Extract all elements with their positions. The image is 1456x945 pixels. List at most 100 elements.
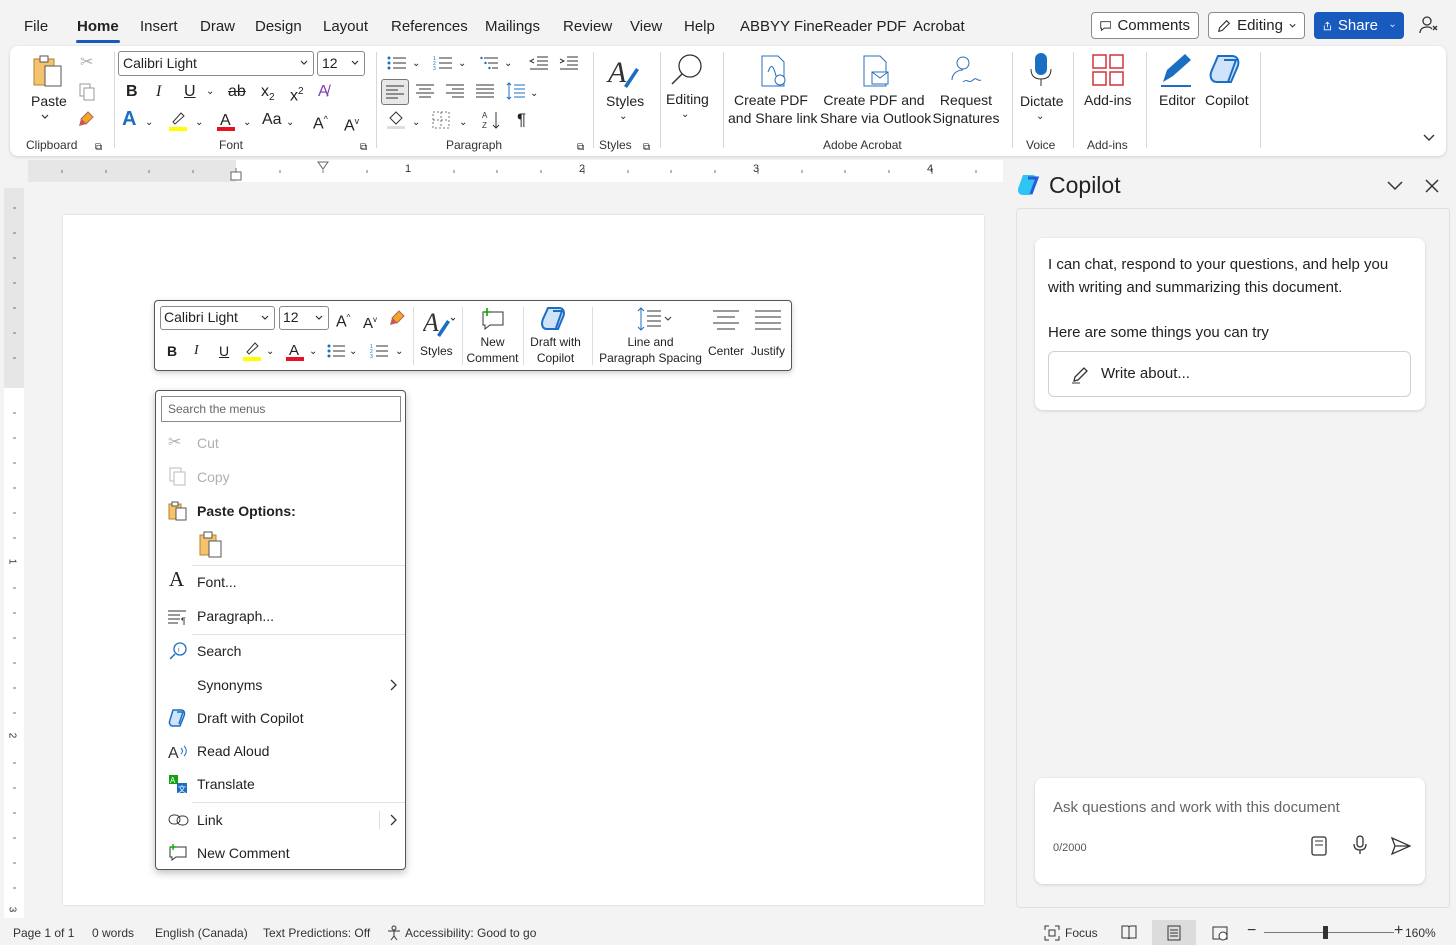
mini-center-label[interactable]: Center xyxy=(708,343,744,359)
italic-icon[interactable]: I xyxy=(194,342,199,360)
web-layout-icon[interactable] xyxy=(1212,925,1228,941)
tab-acrobat[interactable]: Acrobat xyxy=(913,18,965,35)
text-predictions-status[interactable]: Text Predictions: Off xyxy=(263,926,370,940)
shrink-font-icon[interactable]: Av xyxy=(344,112,359,135)
tab-design[interactable]: Design xyxy=(255,18,302,35)
copilot-ask-box[interactable]: Ask questions and work with this documen… xyxy=(1035,778,1425,884)
chevron-down-icon[interactable]: ⌄ xyxy=(412,55,420,73)
tab-references[interactable]: References xyxy=(391,18,468,35)
show-formatting-icon[interactable]: ¶ xyxy=(517,111,526,129)
bold-icon[interactable]: B xyxy=(167,342,177,360)
copilot-ribbon-label[interactable]: Copilot xyxy=(1205,91,1249,109)
highlighter-icon[interactable] xyxy=(242,341,262,361)
zoom-level[interactable]: 160% xyxy=(1405,926,1436,940)
menu-item-font[interactable]: A Font... xyxy=(156,567,405,597)
paste-icon[interactable] xyxy=(32,54,64,88)
menu-item-cut[interactable]: ✂ Cut xyxy=(156,428,405,458)
align-right-icon[interactable] xyxy=(446,84,464,98)
numbering-icon[interactable]: 123 xyxy=(370,344,388,358)
chevron-down-icon[interactable]: ⌄ xyxy=(309,343,317,361)
dialog-launcher-icon[interactable]: ⧉ xyxy=(95,139,102,157)
align-center-icon[interactable] xyxy=(416,84,434,98)
shrink-font-icon[interactable]: Av xyxy=(363,311,377,333)
bold-icon[interactable]: B xyxy=(126,83,138,101)
underline-icon[interactable]: U xyxy=(219,342,229,360)
styles-icon[interactable]: A xyxy=(606,54,642,90)
request-signatures-icon[interactable] xyxy=(949,54,983,88)
justify-icon[interactable] xyxy=(755,310,781,330)
read-mode-icon[interactable] xyxy=(1121,925,1137,939)
menu-search-input[interactable]: Search the menus xyxy=(161,396,401,422)
close-icon[interactable] xyxy=(1425,179,1439,193)
paste-label[interactable]: Paste xyxy=(31,92,67,110)
numbering-icon[interactable]: 123 xyxy=(433,55,453,71)
menu-item-link[interactable]: Link xyxy=(156,805,405,835)
format-painter-icon[interactable] xyxy=(389,309,407,327)
copy-icon[interactable] xyxy=(78,83,96,101)
chevron-down-icon[interactable]: ⌄ xyxy=(145,114,153,132)
focus-label[interactable]: Focus xyxy=(1065,926,1098,940)
align-left-button[interactable] xyxy=(381,79,409,105)
create-pdf-outlook-icon[interactable] xyxy=(860,54,890,88)
share-button[interactable]: Share xyxy=(1314,12,1404,39)
shading-icon[interactable] xyxy=(386,110,408,130)
styles-icon[interactable]: A xyxy=(423,307,455,337)
send-icon[interactable] xyxy=(1391,836,1411,856)
zoom-in-button[interactable]: + xyxy=(1394,922,1403,940)
dialog-launcher-icon[interactable]: ⧉ xyxy=(643,139,650,157)
new-comment-icon[interactable] xyxy=(480,307,506,331)
language-status[interactable]: English (Canada) xyxy=(155,926,248,940)
chevron-down-icon[interactable]: ⌄ xyxy=(459,114,467,132)
mini-styles-label[interactable]: Styles xyxy=(420,343,453,359)
cut-icon[interactable]: ✂ xyxy=(80,54,93,72)
chevron-down-icon[interactable] xyxy=(41,114,49,120)
chevron-right-icon[interactable] xyxy=(389,814,397,826)
coauthor-icon[interactable] xyxy=(1419,15,1439,35)
menu-item-paragraph[interactable]: ¶ Paragraph... xyxy=(156,601,405,631)
tab-home[interactable]: Home xyxy=(77,18,119,35)
chevron-down-icon[interactable]: ⌄ xyxy=(395,343,403,361)
menu-item-draft-with-copilot[interactable]: Draft with Copilot xyxy=(156,703,405,733)
menu-item-copy[interactable]: Copy xyxy=(156,462,405,492)
chevron-down-icon[interactable]: ⌄ xyxy=(1036,108,1044,126)
sort-icon[interactable]: AZ xyxy=(482,110,502,130)
accessibility-status[interactable]: Accessibility: Good to go xyxy=(405,926,536,940)
menu-item-read-aloud[interactable]: A Read Aloud xyxy=(156,736,405,766)
editor-icon[interactable] xyxy=(1159,52,1193,88)
request-signatures-label[interactable]: Request Signatures xyxy=(930,91,1002,127)
format-painter-icon[interactable] xyxy=(78,110,96,128)
borders-icon[interactable] xyxy=(432,111,450,129)
change-case-icon[interactable]: Aa xyxy=(262,111,282,129)
chevron-down-icon[interactable]: ⌄ xyxy=(504,55,512,73)
mini-new-comment-label[interactable]: New Comment xyxy=(465,334,520,366)
dialog-launcher-icon[interactable]: ⧉ xyxy=(577,139,584,157)
write-about-button[interactable]: Write about... xyxy=(1048,351,1411,397)
chevron-down-icon[interactable]: ⌄ xyxy=(458,55,466,73)
menu-item-new-comment[interactable]: New Comment xyxy=(156,838,405,868)
subscript-icon[interactable]: x2 xyxy=(261,83,275,107)
mini-font-name-combo[interactable]: Calibri Light xyxy=(160,306,275,330)
copilot-icon[interactable] xyxy=(540,305,570,333)
bullets-icon[interactable] xyxy=(387,55,407,71)
collapse-ribbon-icon[interactable] xyxy=(1423,134,1435,142)
add-ins-label[interactable]: Add-ins xyxy=(1084,91,1131,109)
tab-view[interactable]: View xyxy=(630,18,662,35)
find-icon[interactable] xyxy=(670,52,704,86)
chevron-down-icon[interactable]: ⌄ xyxy=(530,85,538,103)
clear-formatting-icon[interactable]: A̸ xyxy=(318,83,329,101)
tab-draw[interactable]: Draw xyxy=(200,18,235,35)
zoom-slider-track[interactable] xyxy=(1264,932,1394,933)
mini-draft-copilot-label[interactable]: Draft with Copilot xyxy=(525,334,586,366)
font-size-combo[interactable]: 12 xyxy=(317,51,365,76)
grow-font-icon[interactable]: A^ xyxy=(313,110,328,133)
focus-icon[interactable] xyxy=(1044,925,1060,941)
tab-insert[interactable]: Insert xyxy=(140,18,178,35)
vertical-ruler[interactable]: 1 2 3 xyxy=(4,188,24,918)
line-spacing-icon[interactable] xyxy=(637,307,673,331)
text-effects-icon[interactable]: A xyxy=(122,109,136,129)
page-count[interactable]: Page 1 of 1 xyxy=(13,926,74,940)
microphone-icon[interactable] xyxy=(1030,52,1052,88)
tab-abbyy[interactable]: ABBYY FineReader PDF xyxy=(740,18,906,35)
mini-line-spacing-label[interactable]: Line and Paragraph Spacing xyxy=(598,334,703,366)
font-color-icon[interactable]: A xyxy=(216,110,236,132)
